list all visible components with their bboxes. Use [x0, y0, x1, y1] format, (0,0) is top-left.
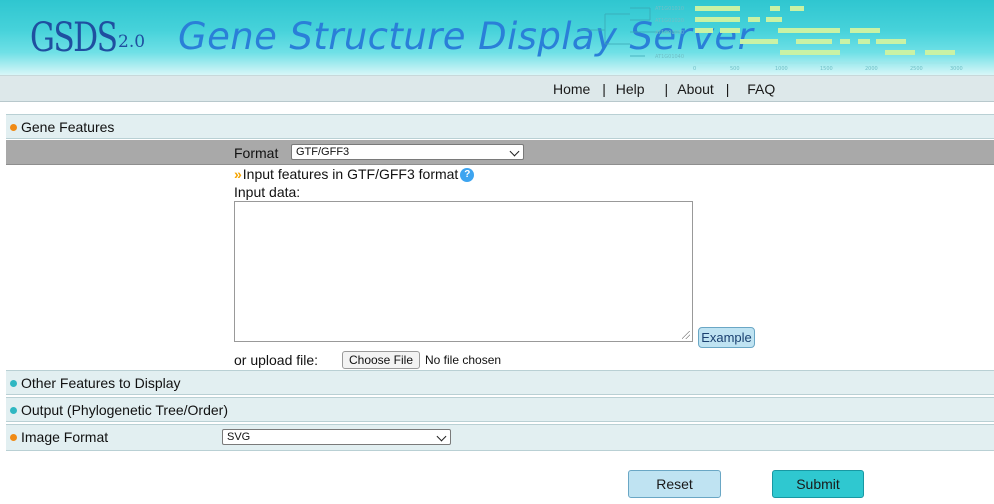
section-bullet-icon — [10, 407, 17, 414]
file-status: No file chosen — [425, 353, 502, 367]
nav-separator: | — [602, 81, 606, 97]
double-chevron-right-icon: » — [234, 166, 242, 182]
format-label: Format — [234, 145, 279, 161]
gsds-logo: GSDS — [30, 15, 118, 61]
gene-structure-decoration: AT1G01010 AT1G01020 AT1G01030 AT1G01040 … — [580, 6, 963, 72]
main-nav: Home | Help | About | FAQ — [553, 81, 775, 97]
upload-label: or upload file: — [234, 352, 319, 368]
nav-separator: | — [725, 81, 730, 97]
format-select[interactable]: GTF/GFF3 — [291, 144, 524, 160]
svg-text:500: 500 — [730, 66, 740, 72]
svg-text:1000: 1000 — [775, 66, 788, 72]
svg-text:2500: 2500 — [910, 66, 923, 72]
image-format-select[interactable]: SVG — [222, 429, 451, 445]
nav-bar: Home | Help | About | FAQ — [0, 75, 994, 102]
submit-button[interactable]: Submit — [772, 470, 864, 498]
input-hint: » Input features in GTF/GFF3 format? — [234, 166, 475, 183]
input-data-label: Input data: — [234, 184, 301, 200]
image-format-selected-value: SVG — [227, 431, 251, 443]
choose-file-button[interactable]: Choose File — [342, 351, 420, 369]
image-format-row: Image Format SVG — [6, 424, 994, 451]
svg-text:1500: 1500 — [820, 66, 833, 72]
gene-features-header[interactable]: Gene Features — [6, 114, 994, 139]
logo-version: 2.0 — [118, 32, 146, 52]
nav-help-link[interactable]: Help — [616, 81, 645, 97]
other-features-header[interactable]: Other Features to Display — [6, 370, 994, 395]
example-button[interactable]: Example — [698, 327, 755, 348]
nav-separator: | — [664, 81, 669, 97]
output-header[interactable]: Output (Phylogenetic Tree/Order) — [6, 397, 994, 422]
chevron-down-icon — [436, 431, 447, 442]
section-title: Gene Features — [21, 119, 115, 135]
input-hint-text: Input features in GTF/GFF3 format — [242, 166, 459, 182]
section-title: Output (Phylogenetic Tree/Order) — [21, 402, 228, 418]
question-icon[interactable]: ? — [460, 168, 475, 183]
section-title: Other Features to Display — [21, 375, 181, 391]
section-bullet-icon — [10, 380, 17, 387]
section-title: Image Format — [21, 429, 109, 445]
svg-text:AT1G01030: AT1G01030 — [655, 30, 684, 36]
svg-text:3000: 3000 — [950, 66, 963, 72]
section-bullet-icon — [10, 434, 17, 441]
nav-home-link[interactable]: Home — [553, 81, 590, 97]
svg-text:2000: 2000 — [865, 66, 878, 72]
chevron-down-icon — [509, 146, 520, 157]
svg-text:AT1G01010: AT1G01010 — [655, 6, 684, 12]
format-selected-value: GTF/GFF3 — [296, 146, 350, 158]
nav-faq-link[interactable]: FAQ — [747, 81, 775, 97]
svg-text:AT1G01020: AT1G01020 — [655, 18, 684, 24]
nav-about-link[interactable]: About — [677, 81, 714, 97]
resize-handle-icon[interactable] — [682, 331, 690, 339]
format-row: Format GTF/GFF3 — [6, 140, 994, 165]
header-banner: GSDS 2.0 Gene Structure Display Server A… — [0, 0, 994, 75]
reset-button[interactable]: Reset — [628, 470, 721, 498]
section-bullet-icon — [10, 124, 17, 131]
input-data-textarea[interactable] — [234, 201, 693, 342]
svg-text:0: 0 — [693, 66, 696, 72]
svg-text:AT1G01040: AT1G01040 — [655, 54, 684, 60]
